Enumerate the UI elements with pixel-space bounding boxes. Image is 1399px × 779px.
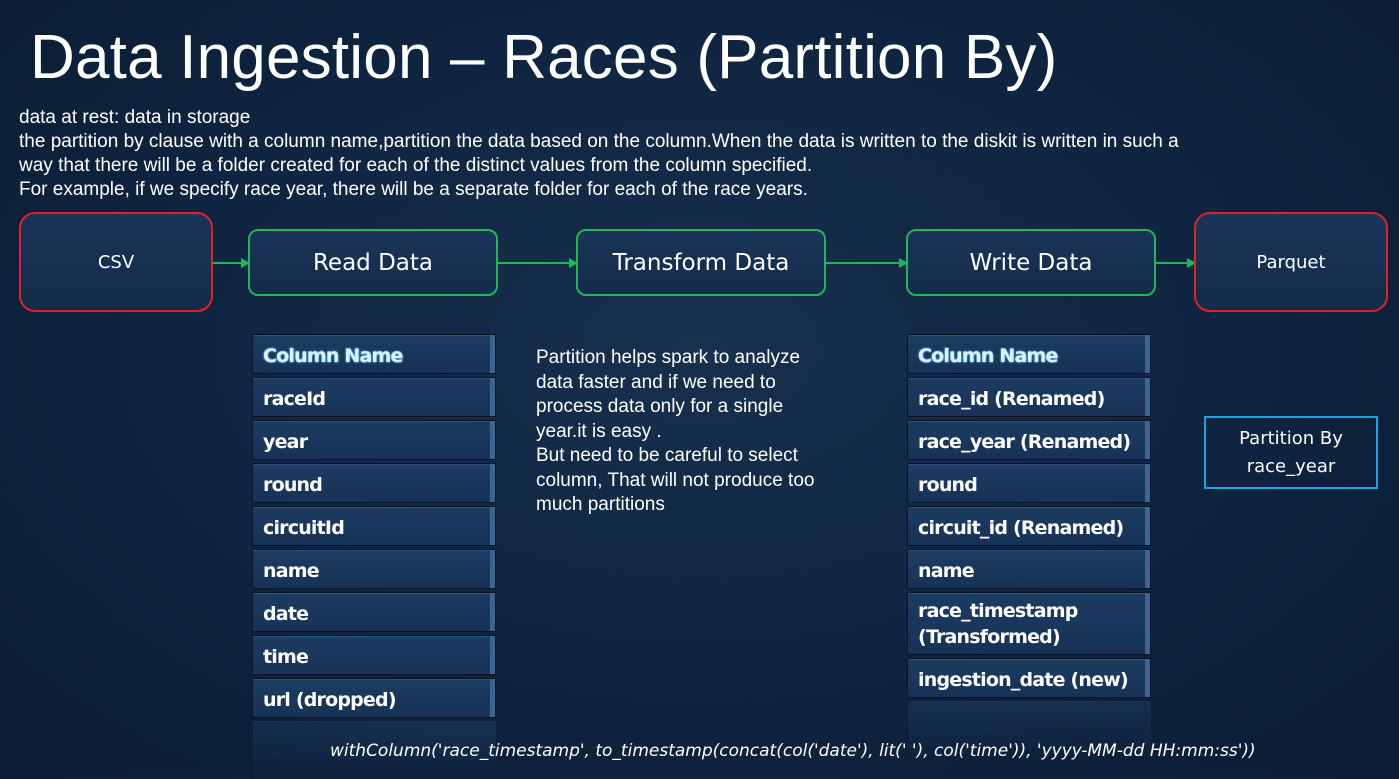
target-columns-table: Column Name race_id (Renamed) race_year … [907,334,1151,759]
table-row: time [252,635,496,675]
table-header: Column Name [907,334,1151,374]
intro-line: data at rest: data in storage [19,107,251,128]
intro-line: the partition by clause with a column na… [19,131,1179,152]
note-line: year.it is easy . [536,420,662,442]
intro-line: way that there will be a folder created … [19,155,813,176]
partition-by-label: Partition By [1239,427,1343,449]
slide-title: Data Ingestion – Races (Partition By) [30,23,1058,92]
intro-line: For example, if we specify race year, th… [19,179,808,200]
note-line: data faster and if we need to [536,371,776,393]
source-columns-table: Column Name raceId year round circuitId … [252,334,496,779]
note-line: column, That will not produce too [536,469,815,491]
partition-by-column: race_year [1246,455,1336,477]
table-row: name [907,549,1151,589]
flow-arrow [498,258,578,268]
table-row: name [252,549,496,589]
table-row: race_id (Renamed) [907,377,1151,417]
flow-arrow [1156,258,1196,268]
read-data-box: Read Data [248,229,498,296]
table-row: race_timestamp (Transformed) [907,592,1151,655]
table-row: circuit_id (Renamed) [907,506,1151,546]
parquet-target-box: Parquet [1194,212,1388,312]
note-line: But need to be careful to select [536,445,798,466]
table-row: url (dropped) [252,678,496,718]
table-row: round [907,463,1151,503]
flow-arrow [213,258,250,268]
table-row: ingestion_date (new) [907,658,1151,698]
table-row: race_year (Renamed) [907,420,1151,460]
partition-note: Partition helps spark to analyze data fa… [536,346,866,518]
table-row: circuitId [252,506,496,546]
table-row: raceId [252,377,496,417]
csv-source-box: CSV [19,212,213,312]
table-row: round [252,463,496,503]
table-row: date [252,592,496,632]
note-line: much partitions [536,494,665,515]
flow-arrow [826,258,908,268]
intro-text: data at rest: data in storage the partit… [19,106,1389,202]
note-line: Partition helps spark to analyze [536,347,801,368]
note-line: process data only for a single [536,396,784,417]
table-row: year [252,420,496,460]
partition-by-box: Partition By race_year [1204,416,1378,489]
transform-data-box: Transform Data [576,229,826,296]
write-data-box: Write Data [906,229,1156,296]
code-snippet: withColumn('race_timestamp', to_timestam… [330,741,1256,761]
table-header: Column Name [252,334,496,374]
